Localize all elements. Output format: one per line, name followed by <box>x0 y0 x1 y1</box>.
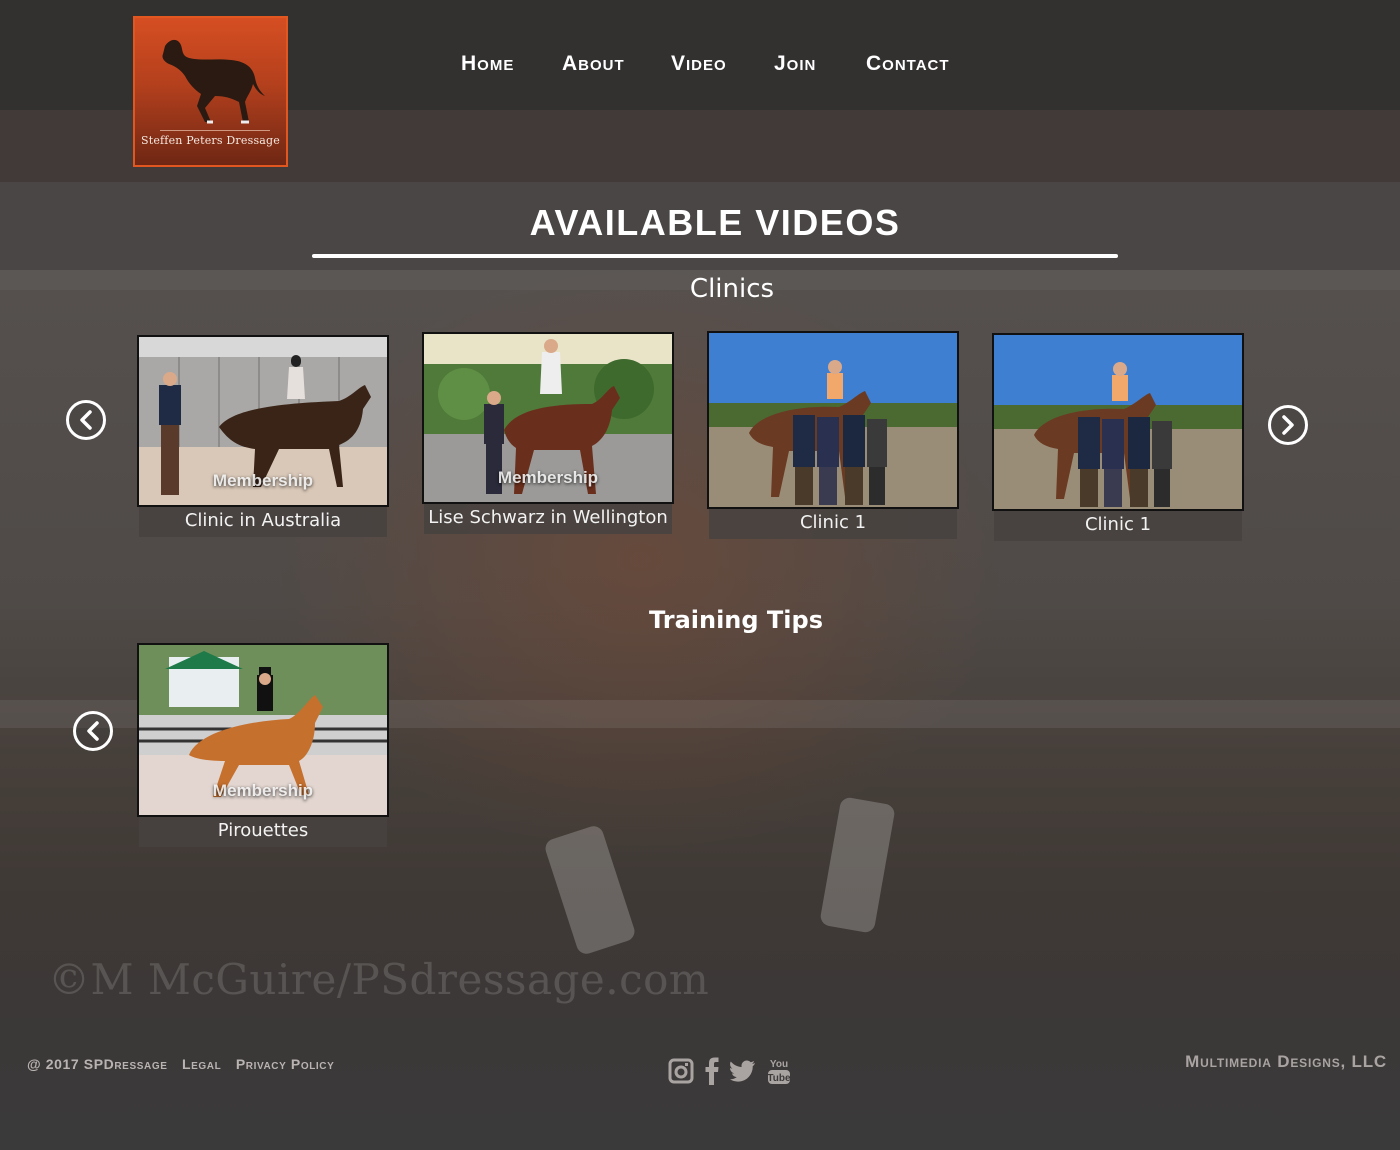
photo-watermark: ©M McGuire/PSdressage.com <box>48 955 710 1004</box>
copyright-text: @ 2017 SPDressage <box>27 1056 168 1072</box>
video-caption[interactable]: Clinic 1 <box>994 511 1242 541</box>
social-links: You Tube <box>668 1056 792 1086</box>
nav-join[interactable]: Join <box>774 52 816 76</box>
site-logo[interactable]: Steffen Peters Dressage <box>133 16 288 167</box>
nav-video[interactable]: Video <box>671 52 727 76</box>
video-thumbnail[interactable] <box>707 331 959 509</box>
video-thumbnail[interactable]: Membership <box>422 332 674 504</box>
video-caption[interactable]: Clinic in Australia <box>139 507 387 537</box>
title-divider <box>312 254 1118 258</box>
membership-badge: Membership <box>212 471 314 490</box>
chevron-right-icon <box>1282 415 1294 435</box>
video-thumbnail[interactable]: Membership <box>137 335 389 507</box>
nav-contact[interactable]: Contact <box>866 52 950 76</box>
clinics-prev-button[interactable] <box>66 400 106 440</box>
training-prev-button[interactable] <box>73 711 113 751</box>
section-title-clinics: Clinics <box>689 274 775 304</box>
membership-badge: Membership <box>212 781 314 800</box>
section-title-training-tips: Training Tips <box>649 606 823 634</box>
svg-text:You: You <box>770 1059 788 1070</box>
nav-home[interactable]: Home <box>461 52 514 76</box>
video-card[interactable]: Membership Lise Schwarz in Wellington <box>422 332 674 534</box>
twitter-icon[interactable] <box>730 1060 756 1082</box>
video-card[interactable]: Clinic 1 <box>992 333 1244 541</box>
video-card[interactable]: Clinic 1 <box>707 331 959 539</box>
logo-text: Steffen Peters Dressage <box>140 134 281 147</box>
video-thumbnail-image <box>994 335 1242 509</box>
logo-divider <box>160 130 270 131</box>
video-caption[interactable]: Clinic 1 <box>709 509 957 539</box>
nav-about[interactable]: About <box>562 52 625 76</box>
designer-credit[interactable]: Multimedia Designs, LLC <box>1185 1052 1387 1072</box>
video-thumbnail[interactable] <box>992 333 1244 511</box>
video-thumbnail-image <box>709 333 957 507</box>
chevron-left-icon <box>80 410 92 430</box>
membership-badge: Membership <box>497 468 599 487</box>
legal-link[interactable]: Legal <box>182 1056 221 1072</box>
footer-links: @ 2017 SPDressage Legal Privacy Policy <box>27 1056 334 1072</box>
youtube-icon[interactable]: You Tube <box>766 1056 792 1086</box>
video-card[interactable]: Membership Pirouettes <box>137 643 389 847</box>
horse-logo-icon <box>162 39 265 124</box>
chevron-left-icon <box>87 721 99 741</box>
clinics-next-button[interactable] <box>1268 405 1308 445</box>
page-title: AVAILABLE VIDEOS <box>529 202 901 243</box>
video-thumbnail[interactable]: Membership <box>137 643 389 817</box>
privacy-policy-link[interactable]: Privacy Policy <box>236 1056 335 1072</box>
video-caption[interactable]: Pirouettes <box>139 817 387 847</box>
video-caption[interactable]: Lise Schwarz in Wellington <box>424 504 672 534</box>
svg-text:Tube: Tube <box>767 1073 791 1084</box>
video-card[interactable]: Membership Clinic in Australia <box>137 335 389 537</box>
facebook-icon[interactable] <box>704 1057 720 1085</box>
instagram-icon[interactable] <box>668 1058 694 1084</box>
